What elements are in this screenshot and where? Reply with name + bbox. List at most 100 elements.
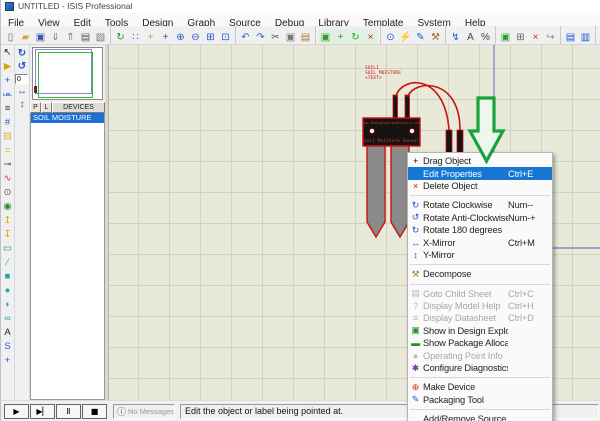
make-device-icon[interactable]: ⚡ xyxy=(398,29,413,44)
subcircuit-mode-icon[interactable]: ⊟ xyxy=(1,130,14,144)
toggle-grid-icon[interactable]: ∷ xyxy=(128,29,143,44)
context-item-show-package-allocation[interactable]: ▬Show Package Allocation xyxy=(408,337,552,349)
toolbar-group: ▤▥ xyxy=(561,26,596,44)
copy-icon[interactable]: ▣ xyxy=(283,29,298,44)
context-item-rotate-clockwise[interactable]: ↻Rotate ClockwiseNum-- xyxy=(408,199,552,211)
component-mode-icon[interactable]: ▶ xyxy=(1,60,14,74)
property-assignment-icon[interactable]: % xyxy=(478,29,493,44)
rotate-anticlockwise-button[interactable]: ↺ xyxy=(15,60,29,73)
zoom-area-icon[interactable]: ⊡ xyxy=(218,29,233,44)
device-pin-mode-icon[interactable]: ⊸ xyxy=(1,158,14,172)
pan-center-icon[interactable]: + xyxy=(158,29,173,44)
redo-icon[interactable]: ↷ xyxy=(253,29,268,44)
wire-label-mode-icon[interactable]: LBL xyxy=(1,88,14,102)
context-item-operating-point-info[interactable]: ●Operating Point Info xyxy=(408,349,552,361)
x-mirror-button[interactable]: ↔ xyxy=(15,85,29,98)
context-item-packaging-tool[interactable]: ✎Packaging Tool xyxy=(408,394,552,406)
block-rotate-icon[interactable]: ↻ xyxy=(348,29,363,44)
device-item-soil-moisture[interactable]: SOIL MOISTURE xyxy=(31,113,104,123)
text-2d-mode-icon[interactable]: A xyxy=(1,326,14,340)
component-text-label[interactable]: <TEXT> xyxy=(365,75,382,81)
cut-icon[interactable]: ✂ xyxy=(268,29,283,44)
graph-mode-icon[interactable]: ∿ xyxy=(1,172,14,186)
context-item-goto-child-sheet[interactable]: ▤Goto Child SheetCtrl+C xyxy=(408,288,552,300)
context-item-y-mirror[interactable]: ↕Y-Mirror xyxy=(408,249,552,261)
pause-button[interactable]: Ⅱ xyxy=(56,404,81,419)
menu-separator xyxy=(410,284,550,285)
y-mirror-button[interactable]: ↕ xyxy=(15,98,29,111)
new-file-icon[interactable]: ▯ xyxy=(3,29,18,44)
isis-app-icon xyxy=(5,2,14,11)
current-probe-mode-icon[interactable]: ↧ xyxy=(1,228,14,242)
junction-dot-mode-icon[interactable]: + xyxy=(1,74,14,88)
zoom-in-icon[interactable]: ⊕ xyxy=(173,29,188,44)
wire-autorouter-icon[interactable]: ↯ xyxy=(448,29,463,44)
pick-devices-button[interactable]: P xyxy=(30,102,41,113)
block-move-icon[interactable]: + xyxy=(333,29,348,44)
context-item-display-datasheet[interactable]: ≡Display DatasheetCtrl+D xyxy=(408,312,552,324)
context-item-configure-diagnostics[interactable]: ✱Configure Diagnostics xyxy=(408,362,552,374)
block-copy-icon[interactable]: ▣ xyxy=(318,29,333,44)
bus-mode-icon[interactable]: # xyxy=(1,116,14,130)
mode-toolbar: ↖▶+LBL≡#⊟=⊸∿⊙◉↥↧▭∕■●◗∞AS+ xyxy=(1,45,15,400)
context-item-delete-object[interactable]: ×Delete Object xyxy=(408,180,552,192)
rotate-clockwise-button[interactable]: ↻ xyxy=(15,47,29,60)
zoom-to-child-icon[interactable]: ▤ xyxy=(563,29,578,44)
import-section-icon[interactable]: ⇓ xyxy=(48,29,63,44)
pick-device-icon[interactable]: ⊙ xyxy=(383,29,398,44)
step-button[interactable]: ▶▏ xyxy=(30,404,55,419)
save-file-icon[interactable]: ▣ xyxy=(33,29,48,44)
generator-mode-icon[interactable]: ◉ xyxy=(1,200,14,214)
exit-to-parent-icon[interactable]: ▥ xyxy=(578,29,593,44)
component-body-label: Soil Moisture Sensor xyxy=(364,138,420,144)
box-2d-mode-icon[interactable]: ■ xyxy=(1,270,14,284)
selection-mode-icon[interactable]: ↖ xyxy=(1,46,14,60)
play-button[interactable]: ▶ xyxy=(4,404,29,419)
text-script-mode-icon[interactable]: ≡ xyxy=(1,102,14,116)
packaging-tool-icon[interactable]: ✎ xyxy=(413,29,428,44)
context-item-decompose[interactable]: ⚒Decompose xyxy=(408,268,552,280)
search-tag-icon[interactable]: A xyxy=(463,29,478,44)
line-2d-mode-icon[interactable]: ∕ xyxy=(1,256,14,270)
stop-button[interactable]: ■ xyxy=(82,404,107,419)
false-origin-icon[interactable]: + xyxy=(143,29,158,44)
application-window: UNTITLED - ISIS Professional FileViewEdi… xyxy=(0,0,600,421)
open-file-icon[interactable]: ▰ xyxy=(18,29,33,44)
voltage-probe-mode-icon[interactable]: ↥ xyxy=(1,214,14,228)
design-explorer-icon[interactable]: ▣ xyxy=(498,29,513,44)
virtual-instruments-mode-icon[interactable]: ▭ xyxy=(1,242,14,256)
tape-recorder-mode-icon[interactable]: ⊙ xyxy=(1,186,14,200)
export-section-icon[interactable]: ⇑ xyxy=(63,29,78,44)
marker-2d-mode-icon[interactable]: + xyxy=(1,354,14,368)
redraw-icon[interactable]: ↻ xyxy=(113,29,128,44)
overview-window[interactable] xyxy=(32,47,103,100)
context-item-display-model-help[interactable]: ?Display Model HelpCtrl+H xyxy=(408,300,552,312)
context-item-make-device[interactable]: ⊕Make Device xyxy=(408,381,552,393)
decompose-icon[interactable]: ⚒ xyxy=(428,29,443,44)
paste-icon[interactable]: ▤ xyxy=(298,29,313,44)
context-item-add-remove-source-files[interactable]: Add/Remove Source Files xyxy=(408,413,552,421)
mark-output-area-icon[interactable]: ▧ xyxy=(93,29,108,44)
terminal-mode-icon[interactable]: = xyxy=(1,144,14,158)
angle-input[interactable] xyxy=(15,74,28,84)
path-2d-mode-icon[interactable]: ∞ xyxy=(1,312,14,326)
context-item-show-in-design-explorer[interactable]: ▣Show in Design Explorer xyxy=(408,325,552,337)
context-item-edit-properties[interactable]: Edit PropertiesCtrl+E xyxy=(408,167,552,179)
print-icon[interactable]: ▤ xyxy=(78,29,93,44)
arc-2d-mode-icon[interactable]: ◗ xyxy=(1,298,14,312)
remove-sheet-icon[interactable]: × xyxy=(528,29,543,44)
library-manager-button[interactable]: L xyxy=(41,102,52,113)
context-item-rotate-anti-clockwise[interactable]: ↺Rotate Anti-ClockwiseNum-+ xyxy=(408,212,552,224)
block-delete-icon[interactable]: × xyxy=(363,29,378,44)
symbol-2d-mode-icon[interactable]: S xyxy=(1,340,14,354)
zoom-all-icon[interactable]: ⊞ xyxy=(203,29,218,44)
undo-icon[interactable]: ↶ xyxy=(238,29,253,44)
goto-sheet-icon[interactable]: ↪ xyxy=(543,29,558,44)
context-item-rotate-180-degrees[interactable]: ↻Rotate 180 degrees xyxy=(408,224,552,236)
context-item-x-mirror[interactable]: ↔X-MirrorCtrl+M xyxy=(408,236,552,248)
pad-left xyxy=(446,130,452,154)
title-bar: UNTITLED - ISIS Professional xyxy=(1,0,600,13)
new-sheet-icon[interactable]: ⊞ xyxy=(513,29,528,44)
circle-2d-mode-icon[interactable]: ● xyxy=(1,284,14,298)
zoom-out-icon[interactable]: ⊖ xyxy=(188,29,203,44)
